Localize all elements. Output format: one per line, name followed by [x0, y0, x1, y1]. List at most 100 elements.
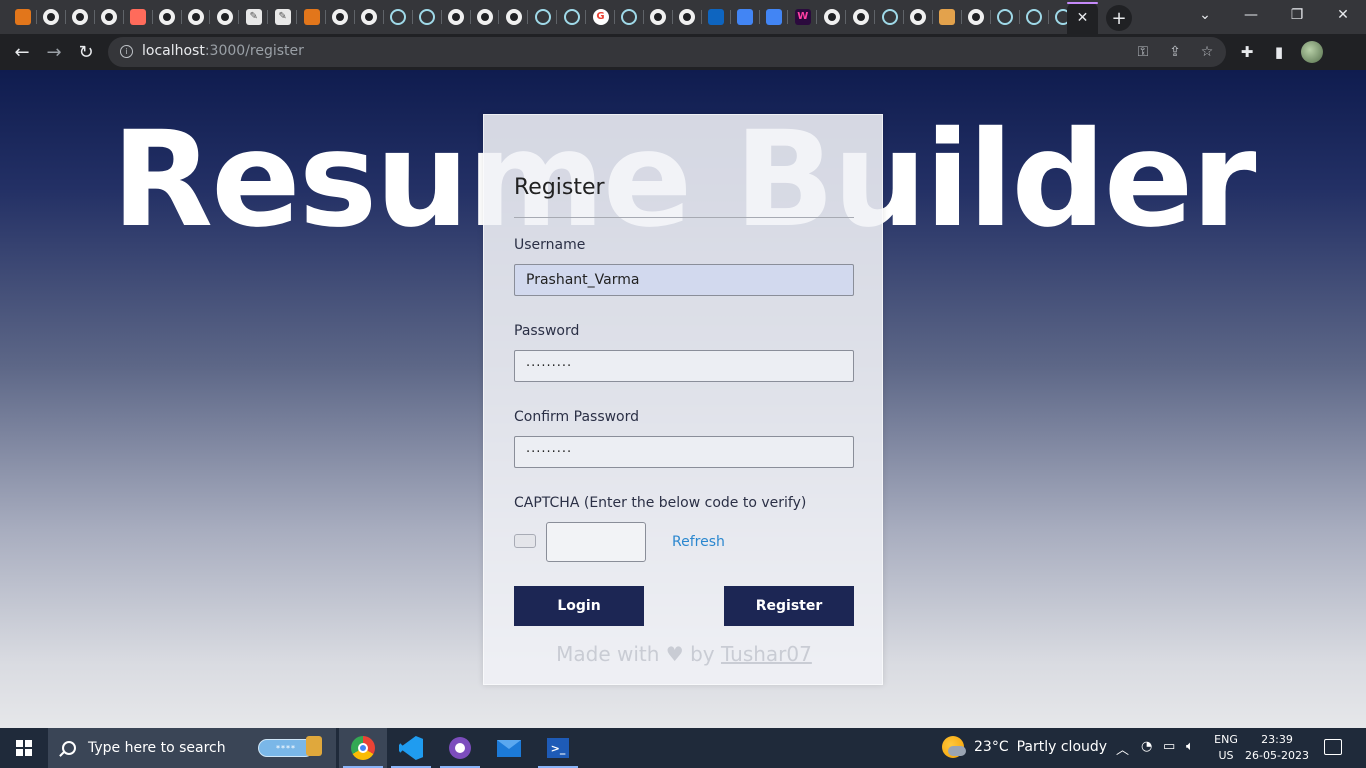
- browser-tab[interactable]: [615, 4, 644, 30]
- react-icon: [997, 9, 1014, 25]
- start-button[interactable]: [0, 728, 48, 768]
- github-icon: [476, 9, 493, 25]
- forward-button[interactable]: →: [39, 37, 69, 67]
- github-icon: [852, 9, 869, 25]
- url-text[interactable]: localhost:3000/register: [142, 43, 304, 59]
- wifi-icon[interactable]: ◔: [1141, 739, 1152, 754]
- restore-button[interactable]: ❐: [1274, 0, 1320, 30]
- browser-tab[interactable]: [759, 4, 789, 30]
- password-input[interactable]: ·········: [514, 350, 854, 382]
- taskbar-clock[interactable]: 23:39 26-05-2023: [1244, 732, 1310, 764]
- close-tab-icon[interactable]: ✕: [1077, 10, 1089, 26]
- browser-tab[interactable]: [499, 4, 529, 30]
- weather-widget[interactable]: 23°C Partly cloudy: [942, 736, 1107, 758]
- browser-tab[interactable]: W: [788, 4, 818, 30]
- google-icon: G: [592, 9, 609, 25]
- pdf-icon: ✎: [245, 9, 262, 25]
- address-bar[interactable]: i localhost:3000/register ⚿ ⇪ ☆: [108, 37, 1226, 67]
- language-indicator[interactable]: ENG US: [1212, 732, 1240, 764]
- taskbar-mail[interactable]: [485, 728, 533, 768]
- browser-tab[interactable]: [731, 4, 760, 30]
- author-link[interactable]: Tushar07: [721, 642, 812, 666]
- github-icon: [505, 9, 522, 25]
- browser-tab[interactable]: [442, 4, 471, 30]
- react-icon: [1026, 9, 1042, 25]
- browser-tab[interactable]: [326, 4, 355, 30]
- browser-tab[interactable]: [153, 4, 182, 30]
- reload-button[interactable]: ↻: [71, 37, 101, 67]
- metamask-icon: [14, 9, 31, 25]
- username-label: Username: [514, 237, 586, 253]
- clock-date: 26-05-2023: [1245, 749, 1309, 762]
- footer-prefix: Made with ♥ by: [556, 642, 721, 666]
- browser-tab[interactable]: ✎: [268, 4, 298, 30]
- bookmark-star-icon[interactable]: ☆: [1198, 43, 1216, 61]
- browser-tab[interactable]: [470, 4, 500, 30]
- browser-tab[interactable]: [355, 4, 384, 30]
- browser-tab[interactable]: [933, 4, 962, 30]
- browser-tab[interactable]: [297, 4, 326, 30]
- react-icon: [390, 9, 407, 25]
- extensions-icon[interactable]: ✚: [1237, 42, 1257, 62]
- register-card: Register Username Prashant_Varma Passwor…: [483, 114, 883, 685]
- register-button[interactable]: Register: [724, 586, 854, 626]
- browser-tab[interactable]: [846, 4, 876, 30]
- side-panel-icon[interactable]: ▮: [1269, 42, 1289, 62]
- notification-icon[interactable]: [1324, 739, 1342, 755]
- browser-tab[interactable]: [991, 4, 1020, 30]
- weather-temp: 23°C: [974, 739, 1009, 755]
- browser-tab[interactable]: [37, 4, 66, 30]
- password-value: ·········: [526, 358, 573, 374]
- browser-tab[interactable]: [644, 4, 673, 30]
- note-icon: [939, 9, 956, 25]
- browser-tab[interactable]: G: [586, 4, 615, 30]
- browser-tab[interactable]: [181, 4, 211, 30]
- taskbar-search[interactable]: Type here to search ****: [48, 728, 336, 768]
- browser-tab[interactable]: [413, 4, 442, 30]
- browser-tab[interactable]: [8, 4, 37, 30]
- profile-avatar[interactable]: [1301, 41, 1323, 63]
- browser-tab[interactable]: [384, 4, 413, 30]
- refresh-captcha-link[interactable]: Refresh: [672, 534, 725, 550]
- browser-tab[interactable]: [702, 4, 731, 30]
- confirm-password-input[interactable]: ·········: [514, 436, 854, 468]
- share-icon[interactable]: ⇪: [1166, 43, 1184, 61]
- title-divider: [514, 217, 854, 218]
- browser-tab[interactable]: [904, 4, 933, 30]
- browser-tab[interactable]: [557, 4, 587, 30]
- lock-icon: [306, 736, 322, 756]
- browser-tab[interactable]: [124, 4, 153, 30]
- chevron-up-icon[interactable]: ︿: [1116, 739, 1129, 758]
- active-tab[interactable]: ✕: [1067, 2, 1098, 34]
- lang-code: ENG: [1214, 733, 1238, 746]
- tab-search-button[interactable]: ⌄: [1182, 0, 1228, 30]
- browser-tab[interactable]: ✎: [239, 4, 269, 30]
- taskbar-chrome[interactable]: [339, 728, 387, 768]
- username-input[interactable]: Prashant_Varma: [514, 264, 854, 296]
- close-window-button[interactable]: ✕: [1320, 0, 1366, 30]
- battery-icon[interactable]: ▭: [1163, 739, 1175, 754]
- taskbar-github-desktop[interactable]: [436, 728, 484, 768]
- taskbar-vscode[interactable]: [387, 728, 435, 768]
- browser-tab[interactable]: [673, 4, 702, 30]
- taskbar-powershell[interactable]: >_: [534, 728, 582, 768]
- github-icon: [72, 9, 89, 25]
- browser-tab[interactable]: [875, 4, 904, 30]
- browser-tab[interactable]: [95, 4, 124, 30]
- browser-tab[interactable]: [817, 4, 847, 30]
- browser-tab[interactable]: [66, 4, 95, 30]
- login-button[interactable]: Login: [514, 586, 644, 626]
- browser-tab[interactable]: [962, 4, 991, 30]
- site-info-icon[interactable]: i: [120, 45, 133, 58]
- new-tab-button[interactable]: +: [1106, 5, 1132, 31]
- browser-tab[interactable]: [528, 4, 558, 30]
- browser-tab[interactable]: [210, 4, 240, 30]
- metamask-icon: [303, 9, 320, 25]
- key-icon[interactable]: ⚿: [1134, 43, 1152, 61]
- browser-tab[interactable]: [1020, 4, 1049, 30]
- minimize-button[interactable]: —: [1228, 0, 1274, 30]
- volume-icon[interactable]: 🔈︎: [1186, 739, 1194, 754]
- captcha-input[interactable]: [546, 522, 646, 562]
- back-button[interactable]: ←: [7, 37, 37, 67]
- github-icon: [187, 9, 204, 25]
